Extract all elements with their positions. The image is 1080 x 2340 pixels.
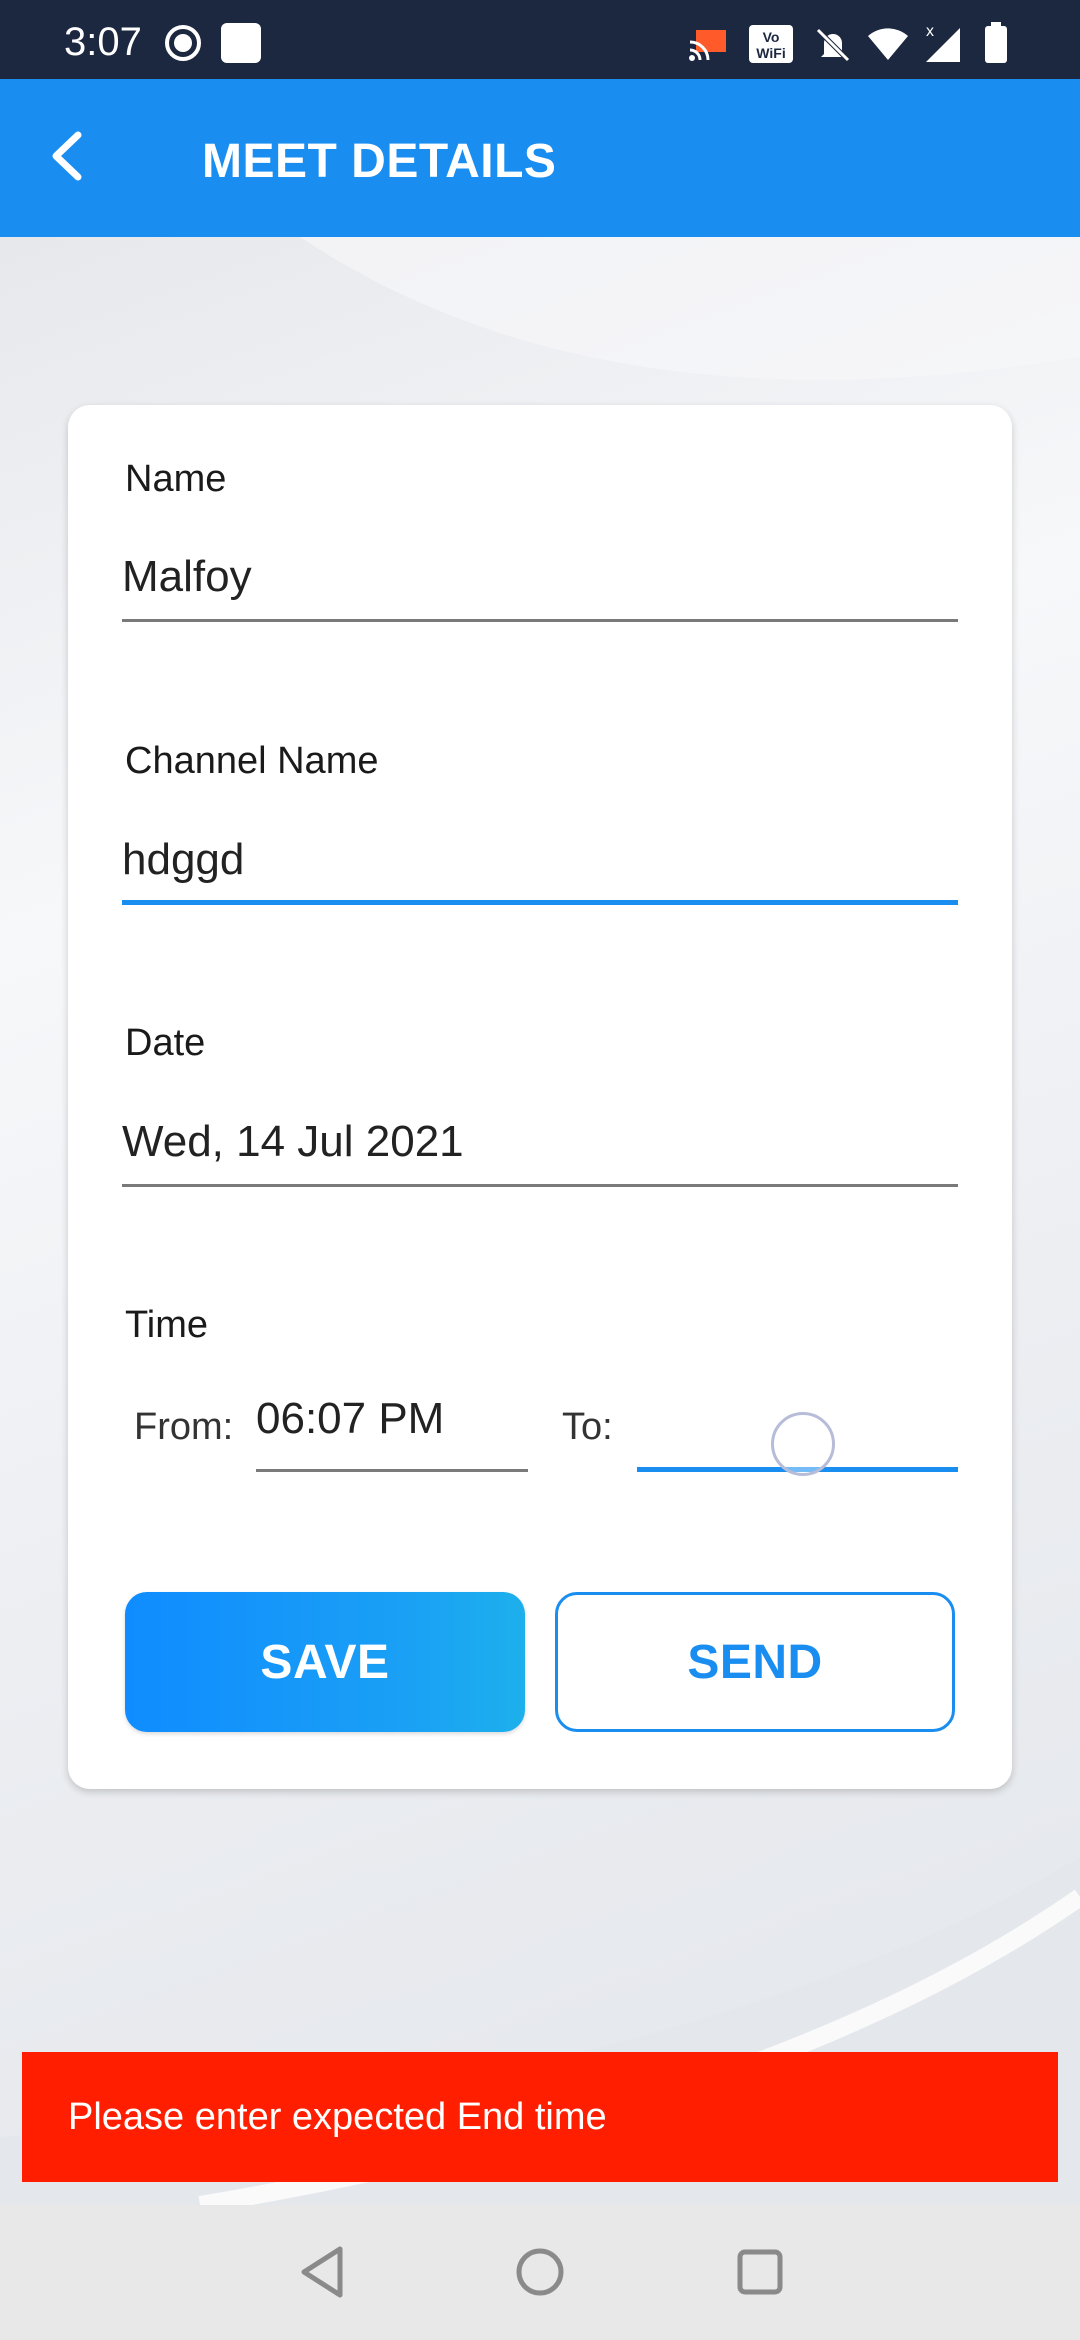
error-snackbar: Please enter expected End time bbox=[22, 2052, 1058, 2182]
date-label: Date bbox=[125, 1022, 206, 1064]
snackbar-message: Please enter expected End time bbox=[68, 2095, 607, 2138]
recents-square-icon[interactable] bbox=[734, 2243, 786, 2301]
back-triangle-icon[interactable] bbox=[296, 2243, 348, 2301]
mute-icon bbox=[816, 28, 850, 62]
navigation-bar bbox=[0, 2205, 1080, 2340]
signal-icon: x bbox=[926, 23, 960, 62]
vowifi-icon: Vo WiFi bbox=[749, 25, 793, 63]
channel-name-label: Channel Name bbox=[125, 740, 379, 782]
status-bar: 3:07 Vo WiFi x bbox=[0, 0, 1080, 79]
channel-name-field[interactable]: hdggd bbox=[122, 829, 958, 905]
from-time-field[interactable]: 06:07 PM bbox=[256, 1394, 528, 1472]
date-field[interactable]: Wed, 14 Jul 2021 bbox=[122, 1111, 958, 1187]
svg-text:Vo: Vo bbox=[763, 29, 780, 45]
square-app-icon bbox=[221, 23, 261, 63]
touch-indicator bbox=[771, 1412, 835, 1476]
wifi-icon bbox=[868, 28, 908, 60]
home-circle-icon[interactable] bbox=[512, 2243, 568, 2301]
svg-text:WiFi: WiFi bbox=[756, 45, 785, 61]
svg-text:x: x bbox=[926, 23, 934, 40]
to-label: To: bbox=[562, 1406, 613, 1448]
send-button[interactable]: SEND bbox=[555, 1592, 955, 1732]
battery-icon bbox=[985, 22, 1007, 63]
cast-icon bbox=[689, 30, 726, 61]
page-title: MEET DETAILS bbox=[202, 135, 557, 188]
record-icon bbox=[165, 25, 201, 61]
save-button[interactable]: SAVE bbox=[125, 1592, 525, 1732]
name-label: Name bbox=[125, 458, 227, 500]
name-field[interactable]: Malfoy bbox=[122, 546, 958, 622]
time-label: Time bbox=[125, 1304, 209, 1346]
from-label: From: bbox=[134, 1406, 234, 1448]
status-time: 3:07 bbox=[64, 20, 142, 64]
app-bar: MEET DETAILS bbox=[0, 79, 1080, 237]
back-button[interactable] bbox=[34, 121, 104, 191]
